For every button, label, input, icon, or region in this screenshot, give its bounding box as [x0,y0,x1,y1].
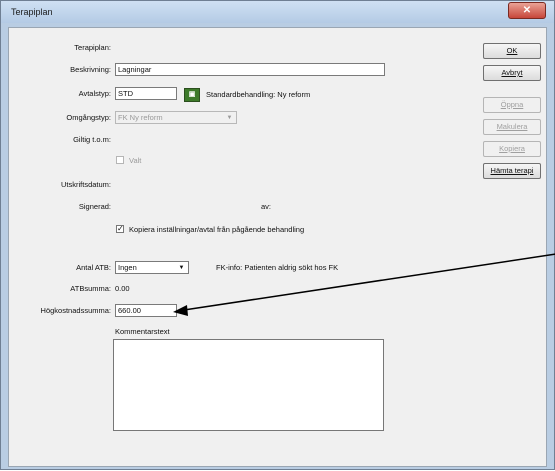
annotation-arrow-head [173,305,188,316]
terapiplan-dialog: Terapiplan ✕ Terapiplan: Beskrivning: Av… [0,0,555,470]
annotation-arrow [173,253,555,316]
annotation-arrow-line [183,253,555,311]
